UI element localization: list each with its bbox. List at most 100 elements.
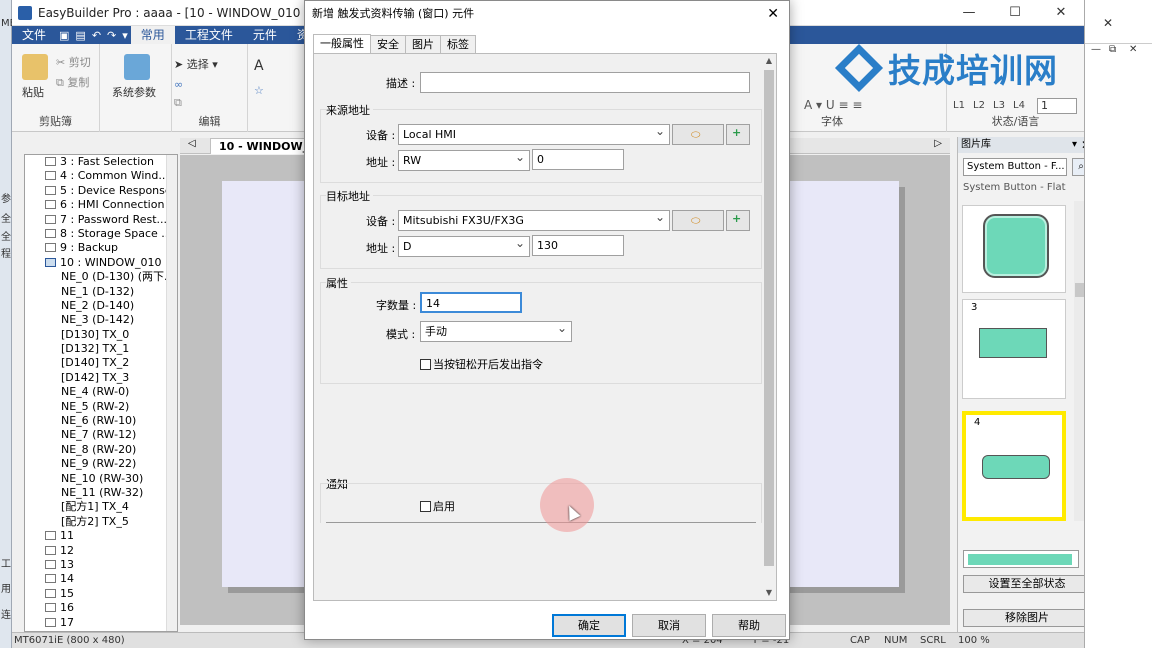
set-all-states-button[interactable]: 设置至全部状态 (963, 575, 1091, 593)
cut-button[interactable]: ✂ 剪切 (56, 54, 91, 70)
right-window-minimize[interactable]: — (1091, 44, 1101, 55)
word-count-input[interactable]: 14 (420, 292, 522, 313)
tree-item[interactable]: 13 (25, 558, 177, 572)
link-icon[interactable]: ∞ (174, 78, 183, 91)
customize-icon[interactable]: ▾ (119, 29, 131, 42)
tree-item[interactable]: [D132] TX_1 (25, 342, 177, 356)
tree-item[interactable]: 6 : HMI Connection (25, 198, 177, 212)
menu-project[interactable]: 工程文件 (175, 26, 243, 44)
tree-item[interactable]: [D130] TX_0 (25, 328, 177, 342)
panel-scrollbar[interactable]: ▲ ▼ (762, 54, 776, 600)
source-address-type-select[interactable]: RW (398, 148, 530, 171)
menu-file[interactable]: 文件 (12, 26, 56, 44)
source-device-select[interactable]: Local HMI (398, 122, 670, 145)
tree-item[interactable]: 11 (25, 529, 177, 543)
system-params-button[interactable]: 系统参数 (112, 54, 156, 100)
library-thumb[interactable]: 3 (962, 299, 1066, 399)
target-address-type-select[interactable]: D (398, 234, 530, 257)
tree-item[interactable]: [配方2] TX_5 (25, 515, 177, 529)
tab-general[interactable]: 一般属性 (313, 34, 371, 53)
select-button[interactable]: ➤ 选择 ▾ (174, 56, 218, 72)
description-input[interactable] (420, 72, 750, 93)
notify-enable-checkbox[interactable]: 启用 (420, 498, 455, 514)
tree-item[interactable]: 12 (25, 544, 177, 558)
target-address-input[interactable]: 130 (532, 235, 624, 256)
library-thumb-selected[interactable]: 4 (962, 411, 1066, 521)
state-l3[interactable]: L3 (993, 100, 1005, 111)
tree-item[interactable]: NE_8 (RW-20) (25, 443, 177, 457)
tree-item[interactable]: 5 : Device Response (25, 184, 177, 198)
scroll-thumb[interactable] (764, 70, 774, 566)
tree-item[interactable]: 9 : Backup (25, 241, 177, 255)
ok-button[interactable]: 确定 (552, 614, 626, 637)
tree-item[interactable]: [D142] TX_3 (25, 371, 177, 385)
state-l4[interactable]: L4 (1013, 100, 1025, 111)
tree-item[interactable]: NE_6 (RW-10) (25, 414, 177, 428)
target-device-add-button[interactable]: + (726, 210, 750, 231)
tree-item[interactable]: 15 (25, 587, 177, 601)
trigger-on-release-checkbox[interactable]: 当按钮松开后发出指令 (420, 356, 543, 372)
source-address-input[interactable]: 0 (532, 149, 624, 170)
checkbox-box[interactable] (420, 500, 431, 512)
tree-item[interactable]: NE_7 (RW-12) (25, 428, 177, 442)
checkbox-box[interactable] (420, 358, 431, 370)
tree-scrollbar[interactable] (166, 155, 177, 631)
help-button[interactable]: 帮助 (712, 614, 786, 637)
tree-item[interactable]: [配方1] TX_4 (25, 500, 177, 514)
source-device-settings-button[interactable]: ⬭ (672, 124, 724, 145)
right-window-restore[interactable]: ⧉ (1109, 44, 1116, 55)
tree-item[interactable]: 3 : Fast Selection (25, 155, 177, 169)
tab-label[interactable]: 标签 (440, 35, 476, 53)
tree-item[interactable]: NE_0 (D-130) (两下... (25, 270, 177, 284)
star-icon[interactable]: ☆ (254, 84, 264, 97)
menu-common[interactable]: 常用 (130, 26, 175, 44)
tab-scroll-right-icon[interactable]: ▷ (934, 138, 942, 149)
tab-scroll-left-icon[interactable]: ◁ (188, 138, 196, 149)
tree-item[interactable]: NE_2 (D-140) (25, 299, 177, 313)
tab-security[interactable]: 安全 (370, 35, 406, 53)
tree-item[interactable]: [D140] TX_2 (25, 356, 177, 370)
save-icon[interactable]: ▣ (56, 29, 72, 42)
state-input[interactable]: 1 (1037, 98, 1077, 114)
tree-item[interactable]: NE_4 (RW-0) (25, 385, 177, 399)
source-device-add-button[interactable]: + (726, 124, 750, 145)
tree-item[interactable]: NE_9 (RW-22) (25, 457, 177, 471)
paste-button[interactable]: 粘贴 (22, 54, 48, 100)
tree-item[interactable]: 8 : Storage Space ... (25, 227, 177, 241)
copy-button[interactable]: ⧉ 复制 (56, 74, 89, 90)
maximize-button[interactable]: ☐ (992, 0, 1038, 26)
library-category-select[interactable]: System Button - F... (963, 158, 1067, 176)
tree-item[interactable]: 7 : Password Rest... (25, 213, 177, 227)
cancel-button[interactable]: 取消 (632, 614, 706, 637)
tree-item[interactable]: 14 (25, 572, 177, 586)
tree-item[interactable]: NE_3 (D-142) (25, 313, 177, 327)
target-device-select[interactable]: Mitsubishi FX3U/FX3G (398, 208, 670, 231)
tree-item[interactable]: 17 (25, 616, 177, 630)
duplicate-icon[interactable]: ⧉ (174, 96, 182, 110)
color-swatch-select[interactable] (963, 550, 1079, 568)
right-close-icon[interactable]: ✕ (1103, 16, 1113, 30)
minimize-button[interactable]: — (946, 0, 992, 26)
close-window-button[interactable]: ✕ (1038, 0, 1084, 26)
tree-item[interactable]: 16 (25, 601, 177, 615)
tree-item[interactable]: NE_5 (RW-2) (25, 400, 177, 414)
redo-icon[interactable]: ↷ (104, 29, 119, 42)
font-tools-icon[interactable]: A ▾ U ≡ ≡ (804, 98, 862, 112)
mode-select[interactable]: 手动 (420, 319, 572, 342)
tab-picture[interactable]: 图片 (405, 35, 441, 53)
pin-icon[interactable]: ▾ (1072, 137, 1077, 153)
menu-objects[interactable]: 元件 (243, 26, 287, 44)
save-all-icon[interactable]: ▤ (72, 29, 88, 42)
tree-item[interactable]: NE_1 (D-132) (25, 285, 177, 299)
undo-icon[interactable]: ↶ (89, 29, 104, 42)
scroll-up-icon[interactable]: ▲ (762, 54, 776, 68)
library-thumb[interactable] (962, 205, 1066, 293)
scroll-down-icon[interactable]: ▼ (762, 586, 776, 600)
right-window-close[interactable]: ✕ (1129, 44, 1137, 55)
tree-item[interactable]: 4 : Common Wind... (25, 169, 177, 183)
tree-item[interactable]: NE_11 (RW-32) (25, 486, 177, 500)
remove-picture-button[interactable]: 移除图片 (963, 609, 1091, 627)
state-l2[interactable]: L2 (973, 100, 985, 111)
tree-item[interactable]: NE_10 (RW-30) (25, 472, 177, 486)
tree-item[interactable]: 10 : WINDOW_010 (25, 256, 177, 270)
